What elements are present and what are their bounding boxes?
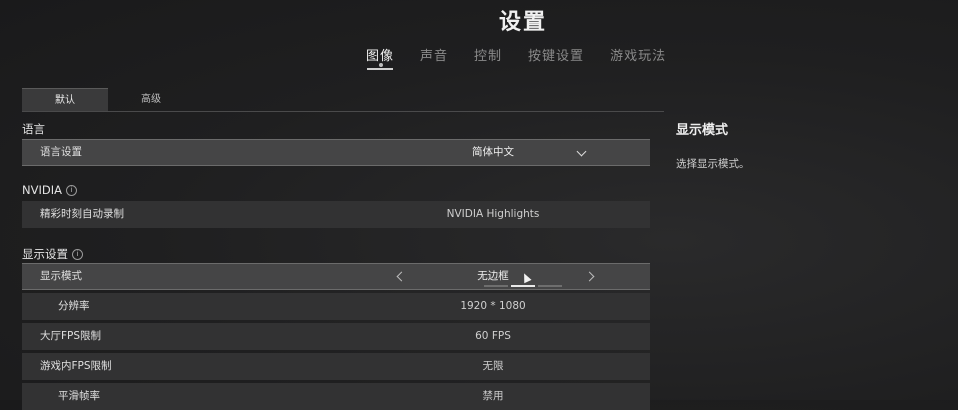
setting-row-display-mode[interactable]: 显示模式 无边框 xyxy=(22,263,650,290)
setting-label: 平滑帧率 xyxy=(58,390,100,402)
setting-value: 无限 xyxy=(482,360,504,372)
setting-label: 语言设置 xyxy=(40,146,82,158)
option-dot xyxy=(538,285,562,287)
sub-tabs: 默认 高级 xyxy=(22,88,194,112)
setting-row-highlights[interactable]: 精彩时刻自动录制 NVIDIA Highlights xyxy=(22,201,650,228)
setting-value: 简体中文 xyxy=(472,146,514,158)
section-label: 语言 xyxy=(22,122,45,136)
option-dot-active xyxy=(511,285,535,287)
section-display-title: 显示设置 i xyxy=(22,246,83,262)
tab-gameplay[interactable]: 游戏玩法 xyxy=(610,45,666,64)
active-tab-indicator xyxy=(379,63,383,67)
option-dot xyxy=(484,285,508,287)
setting-label: 精彩时刻自动录制 xyxy=(40,208,124,220)
subtab-default[interactable]: 默认 xyxy=(22,88,108,112)
description-title: 显示模式 xyxy=(676,123,729,138)
setting-row-language[interactable]: 语言设置 简体中文 xyxy=(22,139,650,166)
section-label: 显示设置 xyxy=(22,247,68,261)
setting-label: 分辨率 xyxy=(58,300,90,312)
info-icon[interactable]: i xyxy=(65,184,77,196)
setting-row-smooth-framerate[interactable]: 平滑帧率 禁用 xyxy=(22,383,650,410)
tab-controls[interactable]: 控制 xyxy=(474,45,502,64)
setting-row-resolution[interactable]: 分辨率 1920 * 1080 xyxy=(22,293,650,320)
section-label: NVIDIA xyxy=(22,183,62,197)
option-indicator xyxy=(484,285,562,287)
setting-label: 显示模式 xyxy=(40,270,82,282)
section-nvidia-title: NVIDIA i xyxy=(22,183,77,197)
section-language-title: 语言 xyxy=(22,121,45,137)
setting-label: 大厅FPS限制 xyxy=(40,330,102,342)
tab-sound[interactable]: 声音 xyxy=(420,45,448,64)
setting-label: 游戏内FPS限制 xyxy=(40,360,112,372)
page-title: 设置 xyxy=(498,10,547,35)
subtab-advanced[interactable]: 高级 xyxy=(108,88,194,111)
main-tabs: 图像 声音 控制 按键设置 游戏玩法 xyxy=(366,45,666,70)
divider xyxy=(22,111,664,112)
info-icon[interactable]: i xyxy=(72,248,83,260)
setting-value: 60 FPS xyxy=(475,330,511,342)
setting-value: 禁用 xyxy=(482,390,504,402)
setting-value: NVIDIA Highlights xyxy=(446,208,540,220)
setting-value: 1920 * 1080 xyxy=(460,300,526,312)
description-text: 选择显示模式。 xyxy=(676,158,750,170)
setting-row-lobby-fps[interactable]: 大厅FPS限制 60 FPS xyxy=(22,323,650,350)
setting-row-ingame-fps[interactable]: 游戏内FPS限制 无限 xyxy=(22,353,650,380)
tab-keybindings[interactable]: 按键设置 xyxy=(528,45,584,64)
tab-graphics[interactable]: 图像 xyxy=(366,45,394,70)
